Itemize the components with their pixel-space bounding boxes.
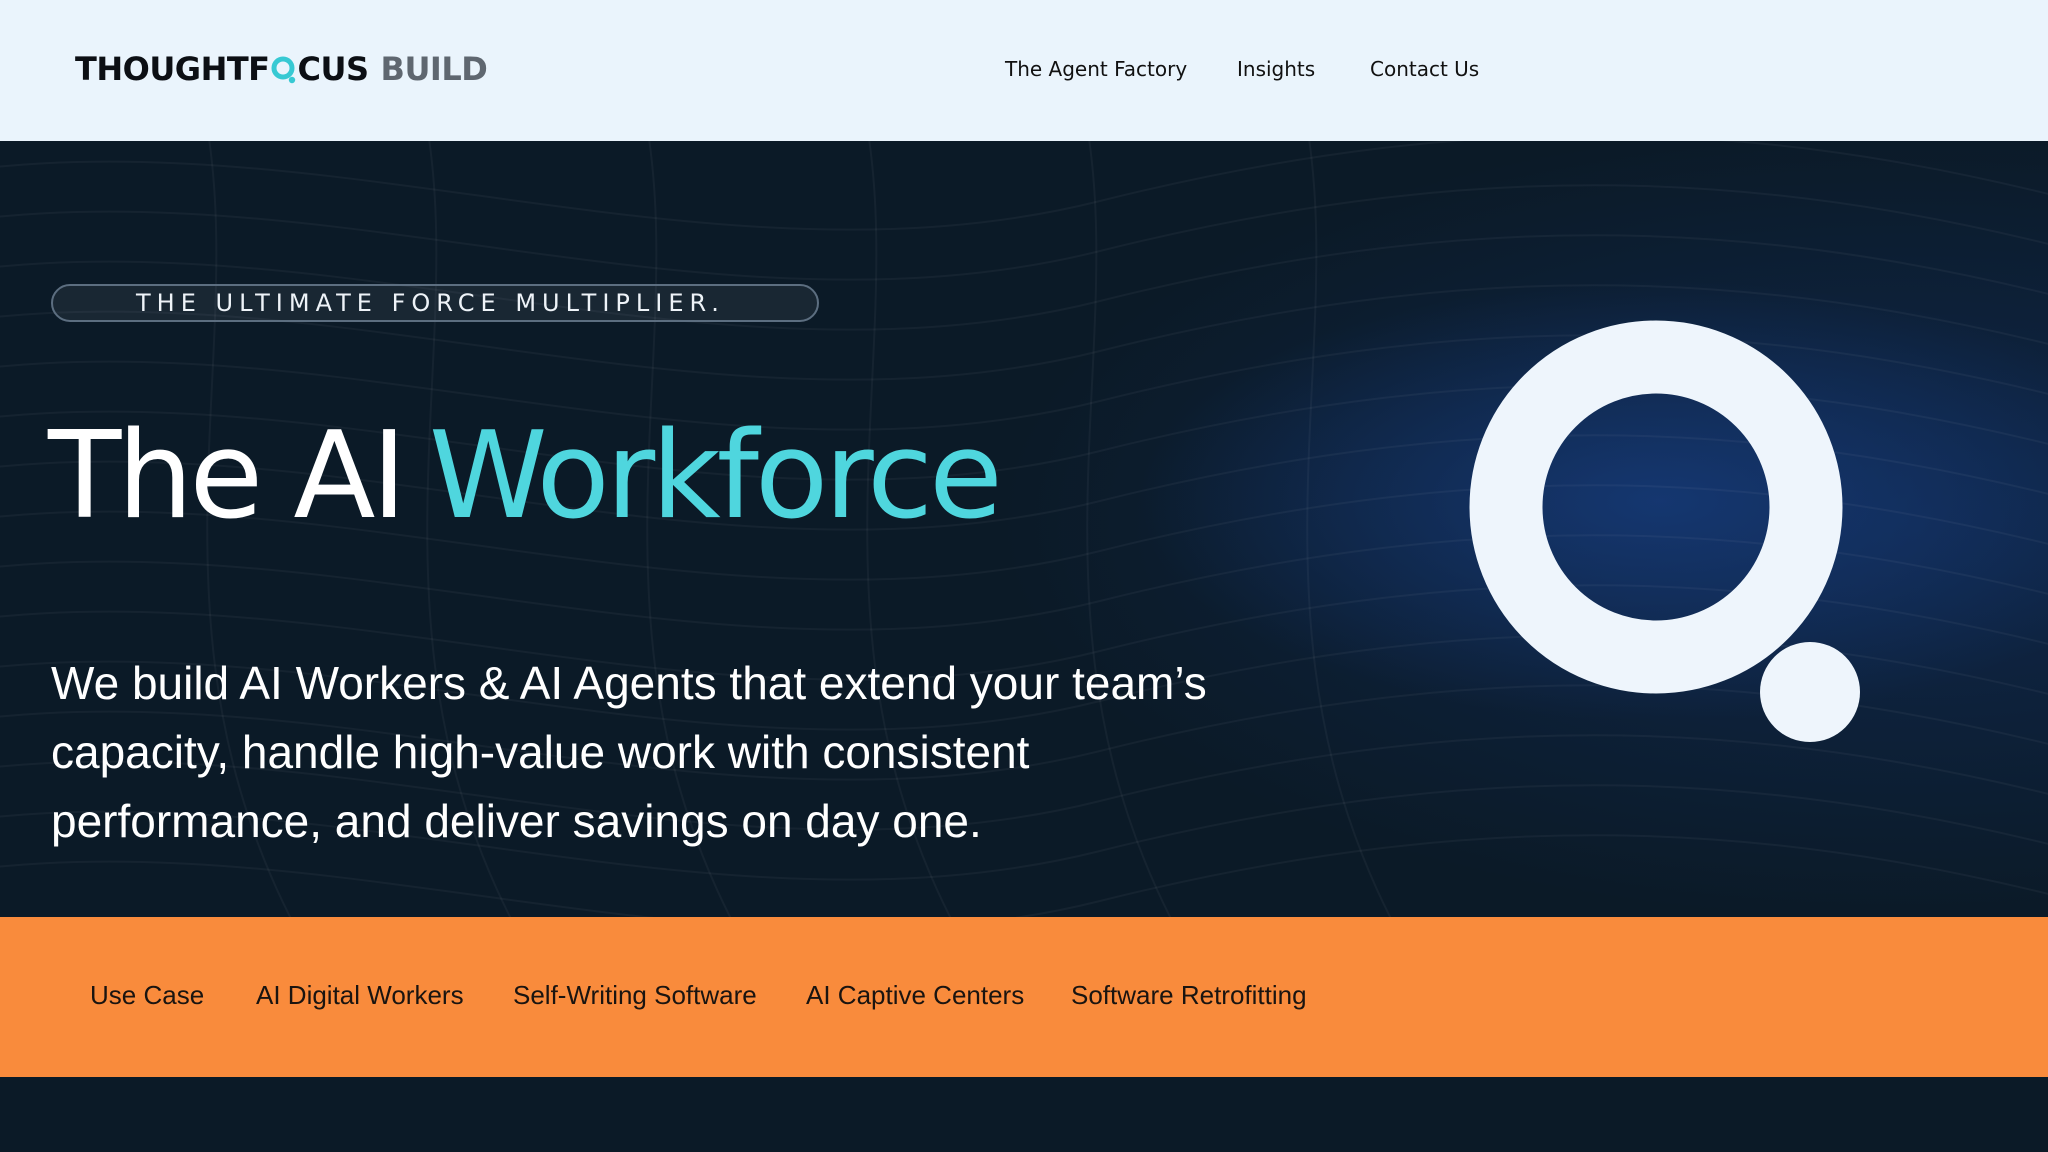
- eyebrow-pill: THE ULTIMATE FORCE MULTIPLIER.: [51, 284, 819, 322]
- tab-self-writing-software[interactable]: Self-Writing Software: [513, 977, 757, 1013]
- hero-subtext: We build AI Workers & AI Agents that ext…: [51, 657, 1207, 847]
- eyebrow-text: THE ULTIMATE FORCE MULTIPLIER.: [136, 289, 725, 317]
- nav-link-contact-us[interactable]: Contact Us: [1370, 52, 1479, 86]
- site-header: THOUGHTF CUS BUILD The Agent Factory Ins…: [0, 0, 2048, 141]
- tab-ai-digital-workers[interactable]: AI Digital Workers: [256, 977, 464, 1013]
- tab-use-case[interactable]: Use Case: [90, 977, 204, 1013]
- q-brand-mark-icon: [1469, 320, 1860, 742]
- nav-link-insights[interactable]: Insights: [1237, 52, 1315, 86]
- page-footer-band: [0, 1077, 2048, 1152]
- hero-section: THE ULTIMATE FORCE MULTIPLIER. The AI Wor…: [0, 141, 2048, 917]
- headline-white-part: The AI: [48, 407, 407, 546]
- nav-link-agent-factory[interactable]: The Agent Factory: [1005, 52, 1187, 86]
- tab-software-retrofitting[interactable]: Software Retrofitting: [1071, 977, 1307, 1013]
- main-nav: The Agent Factory Insights Contact Us: [0, 52, 2048, 86]
- hero-headline: The AI Workforce: [48, 407, 1003, 547]
- tab-ai-captive-centers[interactable]: AI Captive Centers: [806, 977, 1024, 1013]
- headline-accent-part: Workforce: [428, 407, 1003, 546]
- solutions-tab-bar: Use Case AI Digital Workers Self-Writing…: [0, 917, 2048, 1077]
